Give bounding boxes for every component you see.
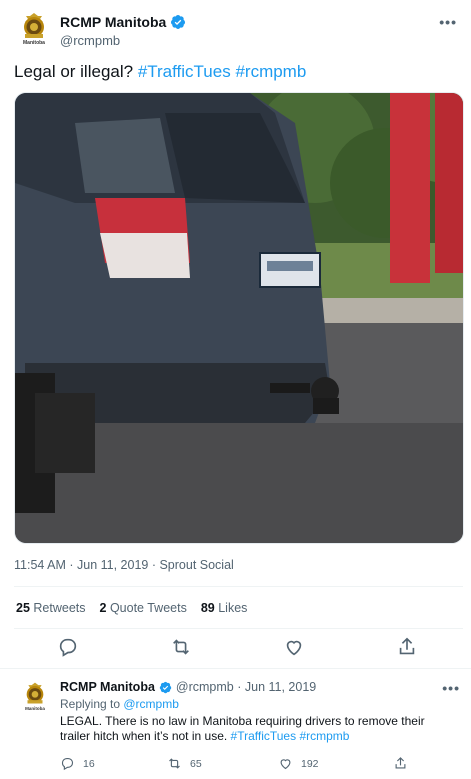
divider: [14, 628, 463, 629]
like-action[interactable]: 192: [278, 756, 319, 771]
tweet-photo[interactable]: [14, 92, 464, 544]
quote-tweets-stat[interactable]: 2 Quote Tweets: [100, 601, 187, 615]
retweet-action[interactable]: 65: [167, 756, 202, 771]
author-name[interactable]: RCMP Manitoba: [60, 14, 166, 30]
retweets-stat[interactable]: 25 Retweets: [16, 601, 86, 615]
likes-stat[interactable]: 89 Likes: [201, 601, 248, 615]
divider: [0, 668, 471, 669]
tweet-text: Legal or illegal? #TrafficTues #rcmpmb: [14, 62, 306, 82]
rcmp-crest-icon[interactable]: Manitoba: [20, 680, 50, 712]
like-icon[interactable]: [283, 636, 305, 658]
share-action[interactable]: [393, 756, 408, 771]
tweet-actions: [0, 636, 471, 662]
avatar-caption: Manitoba: [23, 40, 45, 46]
reply-author-meta[interactable]: @rcmpmb · Jun 11, 2019: [176, 680, 316, 694]
reply-actions: 16 65 192: [60, 756, 460, 774]
hashtag-rcmpmb[interactable]: #rcmpmb: [299, 729, 349, 743]
retweet-icon[interactable]: [170, 636, 192, 658]
reply-icon: [61, 757, 74, 771]
like-count: 192: [301, 757, 319, 770]
reply-count: 16: [83, 757, 95, 770]
reply-tweet[interactable]: Manitoba RCMP Manitoba @rcmpmb · Jun 11,…: [14, 676, 464, 776]
replying-to: Replying to @rcmpmb: [60, 697, 179, 711]
more-icon[interactable]: •••: [439, 14, 457, 30]
reply-icon[interactable]: [57, 636, 79, 658]
like-icon: [280, 759, 291, 770]
tweet-timestamp[interactable]: 11:54 AM · Jun 11, 2019 · Sprout Social: [14, 558, 234, 572]
reply-author-name[interactable]: RCMP Manitoba: [60, 680, 155, 694]
reply-action[interactable]: 16: [60, 756, 95, 771]
retweet-icon: [169, 758, 180, 769]
reply-text: LEGAL. There is no law in Manitoba requi…: [60, 714, 455, 744]
more-icon[interactable]: •••: [442, 680, 460, 696]
tweet-stats: 25 Retweets 2 Quote Tweets 89 Likes: [16, 601, 247, 615]
mention-link[interactable]: @rcmpmb: [123, 697, 179, 711]
share-icon[interactable]: [396, 636, 418, 658]
avatar-caption: Manitoba: [25, 706, 45, 711]
divider: [14, 586, 463, 587]
tweet-header: Manitoba RCMP Manitoba @rcmpmb •••: [14, 8, 457, 52]
retweet-count: 65: [190, 757, 202, 770]
hashtag-traffictues[interactable]: #TrafficTues: [138, 62, 231, 81]
hashtag-traffictues[interactable]: #TrafficTues: [231, 729, 297, 743]
author-handle[interactable]: @rcmpmb: [60, 33, 120, 48]
tweet-text-plain: Legal or illegal?: [14, 62, 138, 81]
share-icon: [395, 757, 406, 769]
rcmp-crest-icon[interactable]: Manitoba: [16, 10, 52, 48]
verified-badge-icon: [159, 681, 172, 693]
hashtag-rcmpmb[interactable]: #rcmpmb: [235, 62, 306, 81]
vehicle-photo-image: [15, 93, 463, 543]
verified-badge-icon: [171, 15, 186, 29]
